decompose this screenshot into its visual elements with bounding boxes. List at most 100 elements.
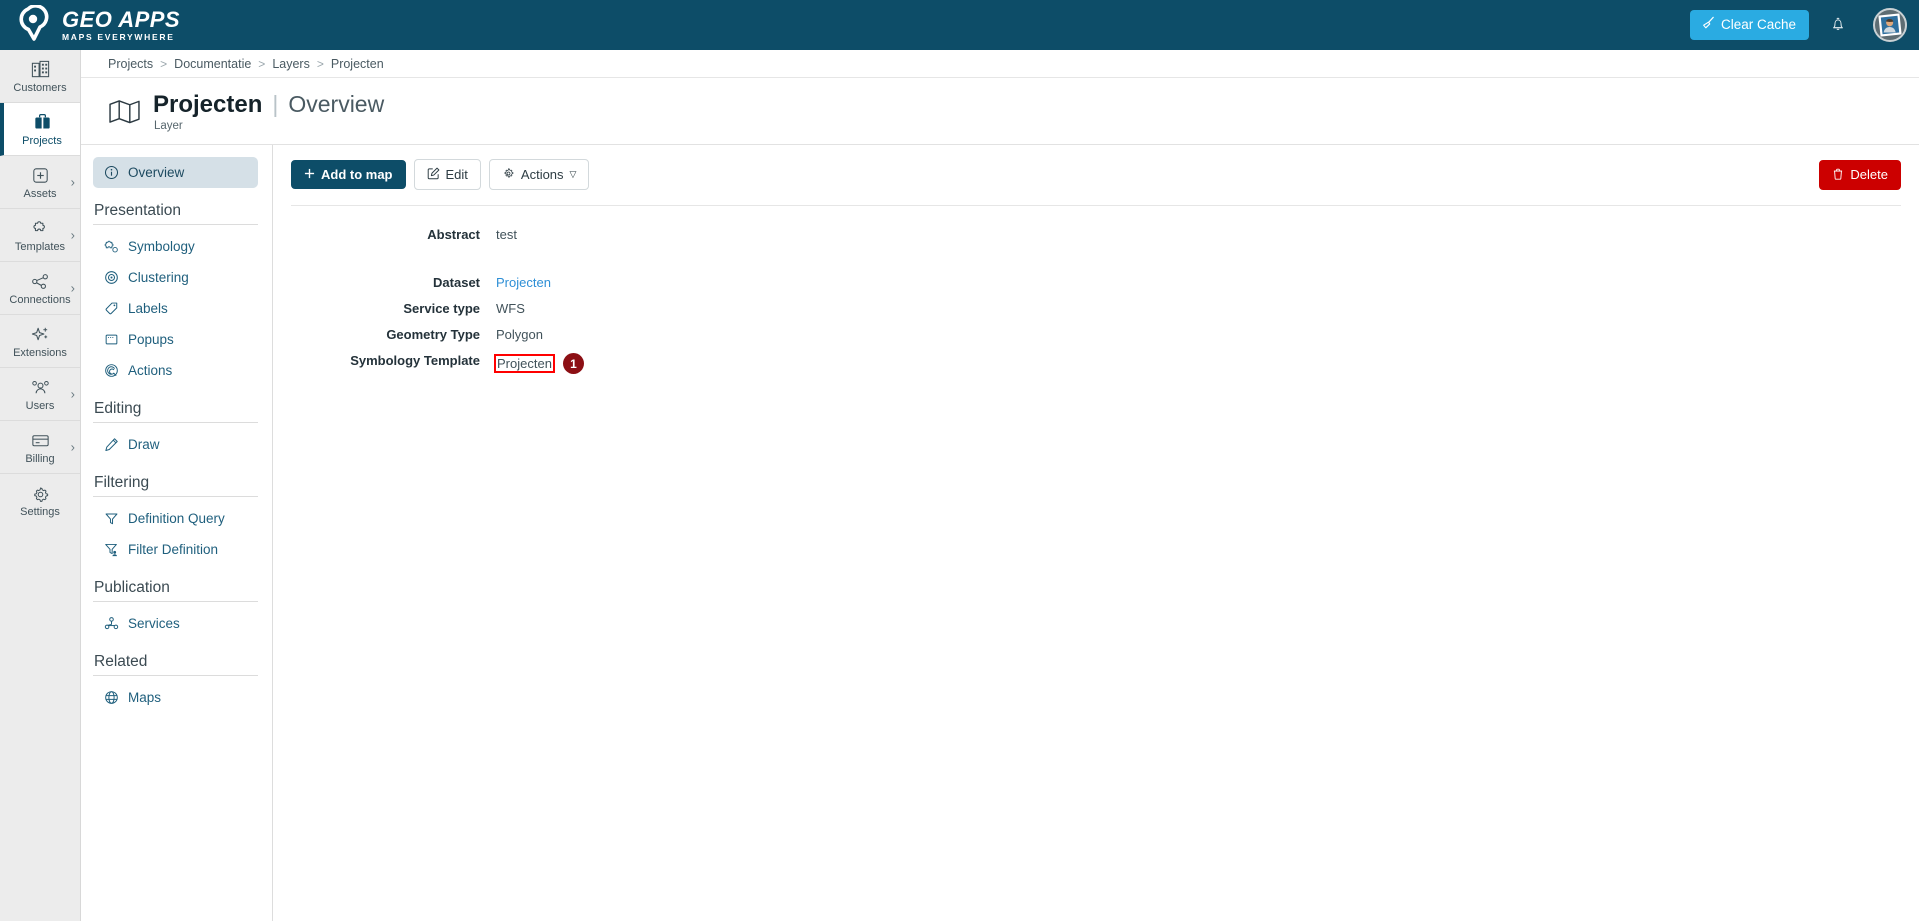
sidebar-item-customers[interactable]: Customers bbox=[0, 50, 80, 103]
page-title-divider: | bbox=[272, 90, 279, 117]
breadcrumb-item-projects[interactable]: Projects bbox=[108, 57, 153, 71]
services-nodes-icon bbox=[103, 616, 119, 632]
buildings-icon bbox=[30, 59, 51, 81]
nav-group-filtering-title: Filtering bbox=[94, 474, 150, 491]
cluster-target-icon bbox=[103, 270, 119, 286]
nav-group-publication-title: Publication bbox=[94, 579, 170, 596]
globe-icon bbox=[103, 690, 119, 706]
chevron-right-icon: › bbox=[70, 439, 75, 455]
nav-item-label: Clustering bbox=[128, 270, 189, 285]
sidebar-item-label: Users bbox=[25, 399, 55, 412]
nav-item-label: Actions bbox=[128, 363, 173, 378]
brand-title: GEO APPS bbox=[62, 6, 181, 32]
nav-group-divider bbox=[93, 496, 258, 497]
sidebar-item-label: Billing bbox=[25, 452, 55, 465]
nav-item-symbology[interactable]: Symbology bbox=[93, 231, 258, 262]
field-row-abstract: Abstract test bbox=[291, 225, 1901, 247]
sparkle-icon bbox=[30, 324, 51, 346]
sidebar-item-templates[interactable]: Templates › bbox=[0, 209, 80, 262]
chevron-right-icon: › bbox=[70, 386, 75, 402]
nav-item-overview[interactable]: Overview bbox=[93, 157, 258, 188]
popup-window-icon bbox=[103, 332, 119, 348]
sidebar-item-users[interactable]: Users › bbox=[0, 368, 80, 421]
nav-item-label: Labels bbox=[128, 301, 168, 316]
dataset-link[interactable]: Projecten bbox=[496, 273, 551, 290]
delete-label: Delete bbox=[1850, 167, 1888, 182]
breadcrumb-item-layers[interactable]: Layers bbox=[272, 57, 310, 71]
notification-bell-icon bbox=[1829, 15, 1847, 36]
nav-item-label: Filter Definition bbox=[128, 542, 219, 557]
breadcrumb-separator: > bbox=[258, 56, 266, 71]
map-pin-logo-icon bbox=[14, 4, 54, 45]
notifications-button[interactable] bbox=[1825, 11, 1851, 40]
field-row-dataset: Dataset Projecten bbox=[291, 273, 1901, 295]
nav-item-filter-definition[interactable]: Filter Definition bbox=[93, 534, 258, 565]
nav-group-related-title: Related bbox=[94, 653, 148, 670]
main-region: Projects > Documentatie > Layers > Proje… bbox=[81, 50, 1919, 921]
brand-logo[interactable]: GEO APPS MAPS EVERYWHERE bbox=[14, 4, 181, 45]
sidebar-item-label: Customers bbox=[13, 81, 67, 94]
field-value: Polygon bbox=[496, 327, 543, 342]
clear-cache-button[interactable]: Clear Cache bbox=[1689, 10, 1809, 40]
detail-fields: Abstract test Dataset Projecten Service … bbox=[291, 206, 1901, 374]
sidebar-item-connections[interactable]: Connections › bbox=[0, 262, 80, 315]
plus-icon bbox=[304, 168, 315, 181]
delete-button[interactable]: Delete bbox=[1819, 159, 1901, 190]
sidebar-item-assets[interactable]: Assets › bbox=[0, 156, 80, 209]
user-avatar[interactable] bbox=[1873, 8, 1907, 42]
sidebar-item-projects[interactable]: Projects bbox=[0, 103, 80, 156]
sidebar-item-label: Assets bbox=[23, 187, 57, 200]
puzzle-icon bbox=[30, 218, 51, 240]
gear-icon bbox=[502, 167, 515, 182]
nav-item-popups[interactable]: Popups bbox=[93, 324, 258, 355]
sidebar-item-label: Settings bbox=[20, 506, 60, 518]
nav-item-clustering[interactable]: Clustering bbox=[93, 262, 258, 293]
nav-group-presentation-title: Presentation bbox=[94, 202, 182, 219]
action-toolbar: Add to map Edit Actions ▽ Delete bbox=[291, 159, 1901, 205]
funnel-icon bbox=[103, 511, 119, 527]
nav-item-actions[interactable]: Actions bbox=[93, 355, 258, 386]
primary-navigation-rail: Customers Projects Assets › Templates › … bbox=[0, 50, 81, 921]
share-nodes-icon bbox=[30, 271, 51, 293]
nav-group-editing-title: Editing bbox=[94, 400, 142, 417]
symbology-template-link[interactable]: Projecten bbox=[494, 354, 555, 373]
nav-group-divider bbox=[93, 601, 258, 602]
field-label: Abstract bbox=[427, 227, 480, 242]
field-value-wrap: Projecten 1 bbox=[494, 351, 584, 374]
page-header: Projecten | Overview Layer bbox=[81, 78, 1919, 145]
field-label: Dataset bbox=[433, 275, 480, 290]
field-label: Service type bbox=[403, 301, 480, 316]
nav-item-label: Services bbox=[128, 616, 180, 631]
nav-item-services[interactable]: Services bbox=[93, 608, 258, 639]
field-label: Geometry Type bbox=[386, 327, 480, 342]
edit-button[interactable]: Edit bbox=[413, 159, 481, 190]
sidebar-item-settings[interactable]: Settings bbox=[0, 474, 80, 527]
brand-subtitle: MAPS EVERYWHERE bbox=[62, 31, 175, 42]
nav-group-divider bbox=[93, 224, 258, 225]
nav-item-label: Maps bbox=[128, 690, 162, 705]
nav-item-label: Popups bbox=[128, 332, 174, 347]
briefcase-icon bbox=[32, 112, 53, 134]
gear-icon bbox=[30, 483, 51, 505]
nav-item-maps[interactable]: Maps bbox=[93, 682, 258, 713]
add-to-map-button[interactable]: Add to map bbox=[291, 160, 406, 189]
sidebar-item-billing[interactable]: Billing › bbox=[0, 421, 80, 474]
sidebar-item-extensions[interactable]: Extensions bbox=[0, 315, 80, 368]
field-value: test bbox=[496, 227, 517, 242]
actions-button[interactable]: Actions ▽ bbox=[488, 159, 590, 190]
breadcrumb-item-documentatie[interactable]: Documentatie bbox=[174, 57, 251, 71]
field-row-service-type: Service type WFS bbox=[291, 299, 1901, 321]
breadcrumb-separator: > bbox=[160, 56, 168, 71]
nav-item-draw[interactable]: Draw bbox=[93, 429, 258, 460]
field-spacer bbox=[291, 251, 1901, 273]
pencil-square-icon bbox=[427, 167, 440, 182]
users-icon bbox=[30, 377, 51, 399]
chevron-right-icon: › bbox=[70, 280, 75, 296]
edit-label: Edit bbox=[445, 167, 468, 182]
chevron-right-icon: › bbox=[70, 174, 75, 190]
nav-item-definition-query[interactable]: Definition Query bbox=[93, 503, 258, 534]
breadcrumb-separator: > bbox=[316, 56, 324, 71]
step-badge: 1 bbox=[562, 353, 584, 374]
nav-item-label: Draw bbox=[128, 437, 160, 452]
nav-item-labels[interactable]: Labels bbox=[93, 293, 258, 324]
